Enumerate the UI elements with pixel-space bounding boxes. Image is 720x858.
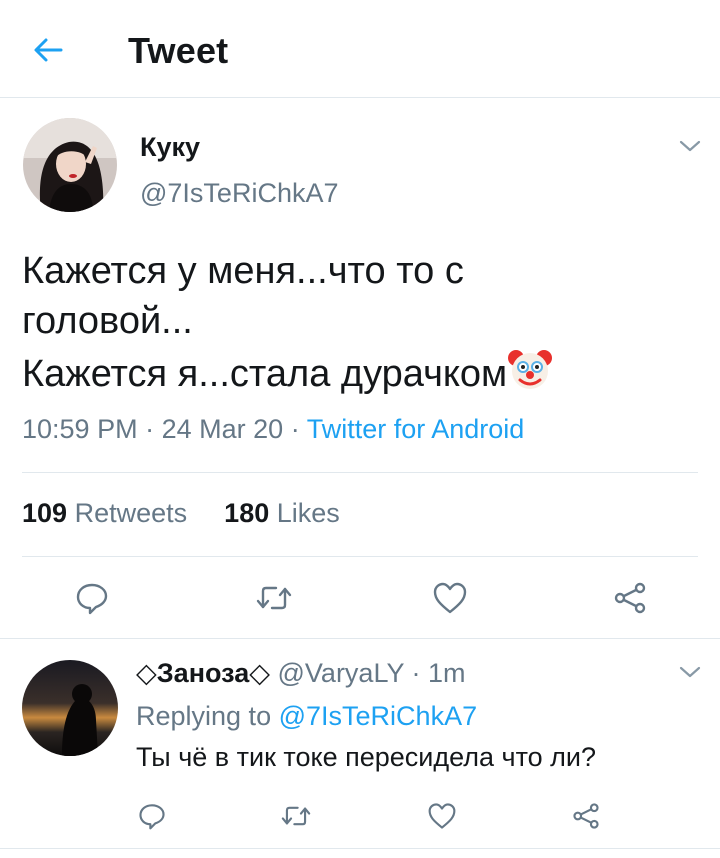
share-icon [614, 582, 646, 614]
tweet-time: 10:59 PM [22, 414, 138, 444]
back-arrow-icon [34, 38, 63, 62]
reply-header: ◇Заноза◇ @VaryaLY · 1m [136, 658, 466, 689]
retweet-icon [256, 586, 292, 610]
reply-time: 1m [428, 658, 466, 688]
share-icon [573, 803, 599, 829]
tweet-text-line: Кажется я...стала дурачком [22, 353, 508, 395]
likes-count: 180 [224, 498, 270, 528]
likes-stat[interactable]: 180 Likes [224, 498, 340, 528]
chevron-down-icon [679, 140, 701, 152]
tweet-meta: 10:59 PM · 24 Mar 20 · Twitter for Andro… [22, 414, 524, 445]
tweet-source-link[interactable]: Twitter for Android [307, 414, 525, 444]
retweet-icon [281, 806, 311, 826]
retweets-count: 109 [22, 498, 68, 528]
author-name[interactable]: Куку [140, 132, 200, 163]
reply-author-handle[interactable]: @VaryaLY [278, 658, 404, 688]
tweet-text: Кажется у меня...что то с головой... Каж… [22, 246, 702, 399]
reply-icon [76, 583, 108, 615]
meta-separator: · [290, 414, 300, 444]
replying-label: Replying to [136, 701, 272, 731]
chevron-down-icon [679, 666, 701, 678]
tweet-date: 24 Mar 20 [161, 414, 284, 444]
divider [22, 556, 698, 557]
reply-button[interactable] [68, 574, 116, 622]
meta-separator: · [411, 658, 421, 688]
divider [0, 848, 720, 849]
retweet-button[interactable] [250, 574, 298, 622]
section-divider [0, 638, 720, 639]
like-icon [433, 582, 467, 614]
reply-like-button[interactable] [422, 796, 462, 836]
divider [22, 472, 698, 473]
tweet-text-line: головой... [22, 300, 193, 342]
clown-face-emoji-icon [508, 350, 553, 389]
author-handle[interactable]: @7IsTeRiChkA7 [140, 178, 338, 209]
reply-share-button[interactable] [566, 796, 606, 836]
reply-avatar[interactable] [22, 660, 118, 756]
reply-author-name[interactable]: ◇Заноза◇ [136, 658, 270, 688]
reply-reply-button[interactable] [132, 796, 172, 836]
reply-text: Ты чё в тик токе пересидела что ли? [136, 742, 597, 772]
tweet-stats: 109 Retweets 180 Likes [22, 498, 340, 529]
share-button[interactable] [606, 574, 654, 622]
top-app-bar: Tweet [0, 0, 720, 98]
replying-to: Replying to @7IsTeRiChkA7 [136, 701, 477, 732]
back-button[interactable] [28, 30, 68, 70]
retweets-label: Retweets [74, 498, 188, 528]
page-title: Tweet [128, 30, 229, 71]
reply-icon [139, 804, 165, 830]
like-icon [428, 803, 456, 829]
tweet-text-line: Кажется у меня...что то с [22, 250, 464, 292]
replying-to-mention[interactable]: @7IsTeRiChkA7 [279, 701, 477, 731]
retweets-stat[interactable]: 109 Retweets [22, 498, 187, 528]
likes-label: Likes [276, 498, 340, 528]
meta-separator: · [145, 414, 155, 444]
avatar[interactable] [23, 118, 117, 212]
tweet-menu-button[interactable] [676, 132, 704, 160]
reply-menu-button[interactable] [676, 658, 704, 686]
like-button[interactable] [426, 574, 474, 622]
reply-retweet-button[interactable] [276, 796, 316, 836]
